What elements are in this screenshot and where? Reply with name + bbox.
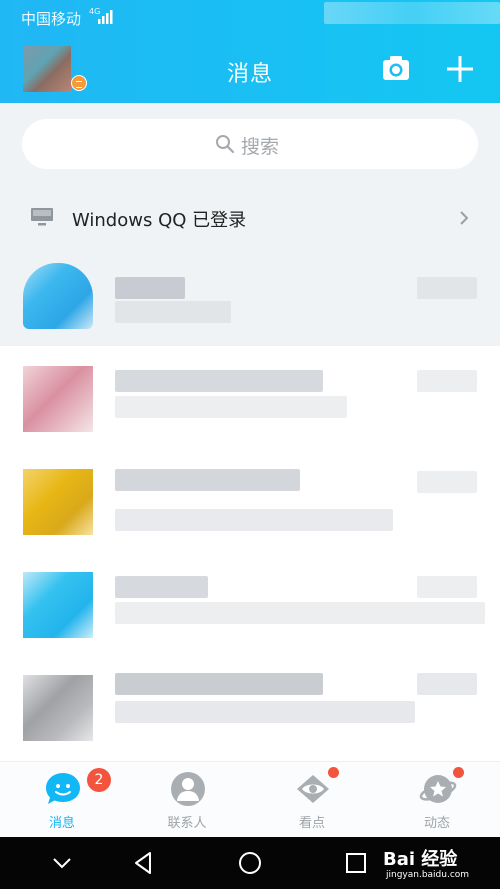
- conversation-preview-blurred: [115, 701, 415, 723]
- conversation-item[interactable]: [0, 346, 500, 449]
- notification-dot: [453, 767, 464, 778]
- conversation-time-blurred: [417, 471, 477, 493]
- bottom-tab-bar: 2 消息 联系人 看点 动态: [0, 761, 500, 837]
- conversation-name-blurred: [115, 370, 323, 392]
- pc-login-notice[interactable]: Windows QQ 已登录: [0, 193, 500, 243]
- conversation-item[interactable]: [0, 449, 500, 552]
- conversation-avatar: [23, 469, 93, 535]
- status-bar: 中国移动 4G: [0, 0, 500, 32]
- search-placeholder: 搜索: [241, 136, 280, 158]
- conversation-avatar: [23, 263, 93, 329]
- recents-icon[interactable]: [342, 849, 370, 877]
- tab-label: 动态: [423, 816, 450, 831]
- message-icon: [46, 773, 80, 804]
- conversation-name-blurred: [115, 576, 208, 598]
- planet-icon: [419, 775, 457, 803]
- watermark-logo: Bai 经验: [383, 849, 458, 870]
- conversation-name-blurred: [115, 673, 323, 695]
- app-header: 中国移动 4G 消息: [0, 0, 500, 103]
- camera-icon[interactable]: [381, 54, 411, 82]
- tab-label: 联系人: [167, 816, 207, 831]
- tab-discover[interactable]: 看点: [262, 762, 362, 838]
- conversation-name-blurred: [115, 469, 300, 491]
- conversation-list: [0, 243, 500, 761]
- tab-messages[interactable]: 2 消息: [12, 762, 112, 838]
- watermark-url: jingyan.baidu.com: [386, 870, 470, 880]
- status-icons-blurred: [324, 2, 500, 24]
- conversation-avatar: [23, 675, 93, 741]
- conversation-preview-blurred: [115, 301, 231, 323]
- eye-icon: [297, 775, 329, 803]
- conversation-preview-blurred: [115, 602, 485, 624]
- tab-moments[interactable]: 动态: [387, 762, 487, 838]
- conversation-preview-blurred: [115, 396, 347, 418]
- pc-login-text: Windows QQ 已登录: [72, 210, 247, 231]
- conversation-time-blurred: [417, 277, 477, 299]
- conversation-time-blurred: [417, 673, 477, 695]
- conversation-avatar: [23, 366, 93, 432]
- conversation-name-blurred: [115, 277, 185, 299]
- conversation-time-blurred: [417, 576, 477, 598]
- tab-contacts[interactable]: 联系人: [137, 762, 237, 838]
- carrier-name: 中国移动: [21, 10, 82, 28]
- contacts-icon: [171, 772, 205, 806]
- search-area: 搜索: [0, 103, 500, 193]
- system-nav-bar: Bai 经验 jingyan.baidu.com: [0, 837, 500, 889]
- chevron-right-icon: [460, 211, 469, 225]
- signal-icon: [98, 10, 113, 24]
- back-icon[interactable]: [130, 849, 158, 877]
- conversation-avatar: [23, 572, 93, 638]
- conversation-item[interactable]: [0, 552, 500, 655]
- conversation-time-blurred: [417, 370, 477, 392]
- conversation-preview-blurred: [115, 509, 393, 531]
- search-input[interactable]: 搜索: [22, 119, 478, 169]
- unread-badge: 2: [87, 768, 111, 792]
- conversation-item[interactable]: [0, 243, 500, 346]
- search-icon: [216, 135, 235, 154]
- home-icon[interactable]: [236, 849, 264, 877]
- page-title: 消息: [226, 62, 273, 87]
- tab-label: 消息: [48, 816, 75, 831]
- tab-label: 看点: [298, 816, 325, 831]
- plus-icon[interactable]: [445, 54, 475, 84]
- collapse-icon[interactable]: [48, 849, 76, 877]
- conversation-item[interactable]: [0, 655, 500, 758]
- computer-icon: [31, 208, 53, 226]
- notification-dot: [328, 767, 339, 778]
